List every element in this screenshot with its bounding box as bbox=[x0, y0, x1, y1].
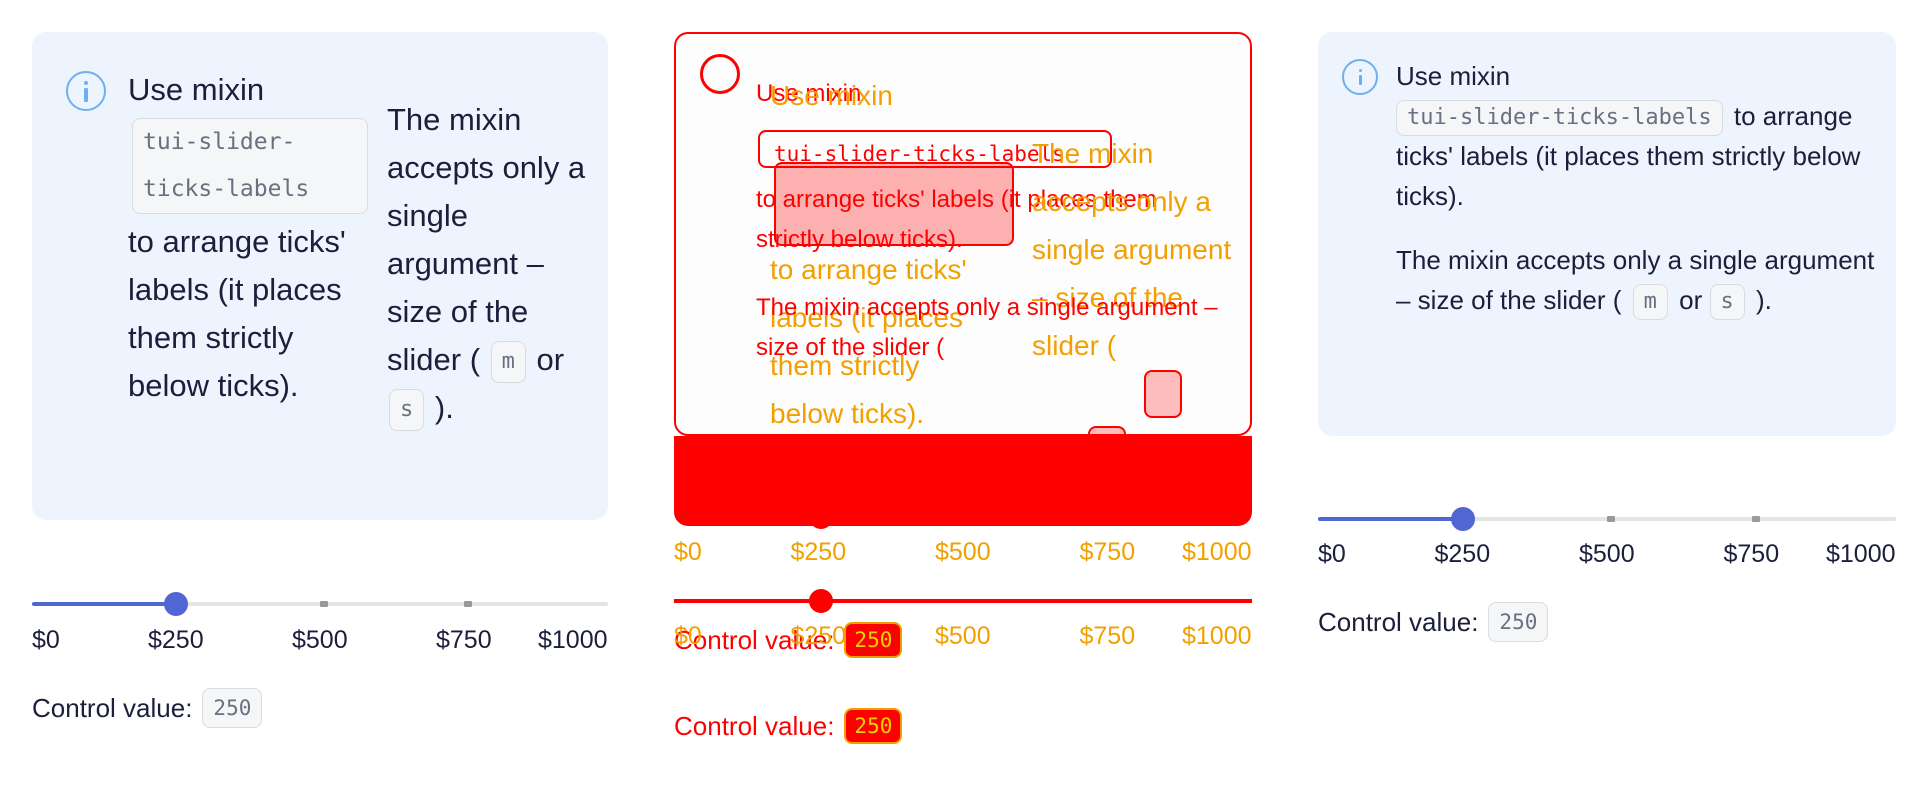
tick-label: $250 bbox=[790, 538, 847, 566]
close-text: ). bbox=[434, 390, 454, 425]
or-text: or bbox=[536, 342, 565, 377]
notification-panel-wide: Use mixin tui-slider-ticks-labels to arr… bbox=[1318, 32, 1896, 436]
tick-label: $1000 bbox=[1182, 622, 1252, 650]
notification-panel-narrow: Use mixin tui-slider-ticks-labels to arr… bbox=[32, 32, 608, 520]
diff-ticks-labels: $0 $250 $500 $750 $1000 bbox=[674, 538, 1252, 570]
info-icon bbox=[1342, 59, 1378, 95]
tick-label: $250 bbox=[148, 626, 204, 654]
diff-info-icon bbox=[700, 54, 740, 94]
control-value-row: Control value: 250 bbox=[1318, 602, 1549, 642]
tick-label: $750 bbox=[436, 626, 492, 654]
size-m-code: m bbox=[490, 340, 526, 383]
control-value-row: Control value: 250 bbox=[32, 688, 263, 728]
tick-label: $250 bbox=[790, 622, 847, 650]
use-mixin-text: Use mixin bbox=[128, 72, 265, 107]
control-value-code: 250 bbox=[202, 688, 263, 728]
tick-label: $1000 bbox=[1826, 540, 1896, 568]
control-value-label: Control value: bbox=[32, 692, 193, 723]
tick-label: $500 bbox=[935, 538, 991, 566]
notification-text-left: Use mixin tui-slider-ticks-labels to arr… bbox=[128, 66, 368, 410]
accepts-text: The mixin accepts only a single argument… bbox=[387, 102, 586, 377]
tick-label: $0 bbox=[1318, 540, 1346, 568]
ticks-labels: $0 $250 $500 $750 $1000 bbox=[32, 626, 608, 658]
diff-size-m bbox=[1144, 370, 1182, 418]
diff-overlay-panel: Use mixin Use mixin tui-slider-ticks-lab… bbox=[674, 32, 1252, 744]
ticks-labels: $0 $250 $500 $750 $1000 bbox=[1318, 540, 1896, 572]
size-s-code: s bbox=[1709, 284, 1745, 321]
tick-label: $0 bbox=[674, 538, 702, 566]
size-m-code: m bbox=[1632, 284, 1668, 321]
close-text: ). bbox=[1756, 285, 1772, 316]
notification-text-right: The mixin accepts only a single argument… bbox=[387, 96, 597, 432]
diff-control-label-2: Control value: bbox=[674, 710, 835, 741]
mixin-code: tui-slider-ticks-labels bbox=[1396, 100, 1723, 137]
mixin-code: tui-slider-ticks-labels bbox=[132, 118, 368, 214]
diff-use-mixin: Use mixin bbox=[770, 80, 893, 111]
slider-tick bbox=[1751, 516, 1760, 522]
diff-ticks-labels-2: $0 $250 $500 $750 $1000 bbox=[674, 622, 1252, 654]
tick-label: $0 bbox=[32, 626, 60, 654]
tick-label: $500 bbox=[935, 622, 991, 650]
slider-tick bbox=[320, 601, 328, 607]
tick-label: $750 bbox=[1079, 538, 1136, 566]
control-value-code: 250 bbox=[1488, 602, 1549, 642]
tick-label: $1000 bbox=[1182, 538, 1252, 566]
tick-label: $500 bbox=[292, 626, 348, 654]
diff-accepts-small: The mixin accepts only a single argument… bbox=[756, 294, 1218, 361]
range-slider[interactable] bbox=[32, 589, 608, 619]
tick-label: $500 bbox=[1579, 540, 1635, 568]
slider-tick bbox=[464, 601, 472, 607]
tick-label: $750 bbox=[1079, 622, 1136, 650]
use-mixin-text: Use mixin bbox=[1396, 61, 1511, 91]
range-slider[interactable] bbox=[1318, 504, 1896, 534]
info-icon bbox=[66, 71, 106, 111]
tick-label: $250 bbox=[1434, 540, 1491, 568]
arrange-text: to arrange ticks' labels (it places them… bbox=[128, 224, 346, 403]
slider-thumb[interactable] bbox=[1450, 507, 1475, 531]
diff-slider-track bbox=[674, 599, 1252, 603]
tick-label: $750 bbox=[1723, 540, 1780, 568]
diff-slider-thumb bbox=[809, 505, 833, 529]
or-text: or bbox=[1679, 285, 1703, 316]
diff-control-row-2: Control value: 250 bbox=[674, 708, 903, 744]
slider-fill bbox=[1318, 517, 1463, 521]
notification-text: Use mixin tui-slider-ticks-labels to arr… bbox=[1396, 56, 1876, 321]
control-value-label: Control value: bbox=[1318, 606, 1479, 637]
diff-band bbox=[674, 436, 1252, 526]
tick-label: $0 bbox=[674, 622, 702, 650]
size-s-code: s bbox=[389, 388, 425, 431]
slider-tick bbox=[1607, 516, 1615, 522]
diff-control-code-2: 250 bbox=[844, 708, 903, 744]
slider-fill bbox=[32, 602, 176, 606]
slider-thumb[interactable] bbox=[164, 592, 188, 616]
diff-size-s bbox=[1088, 426, 1126, 472]
diff-slider-thumb-2 bbox=[809, 589, 833, 613]
tick-label: $1000 bbox=[538, 626, 608, 654]
